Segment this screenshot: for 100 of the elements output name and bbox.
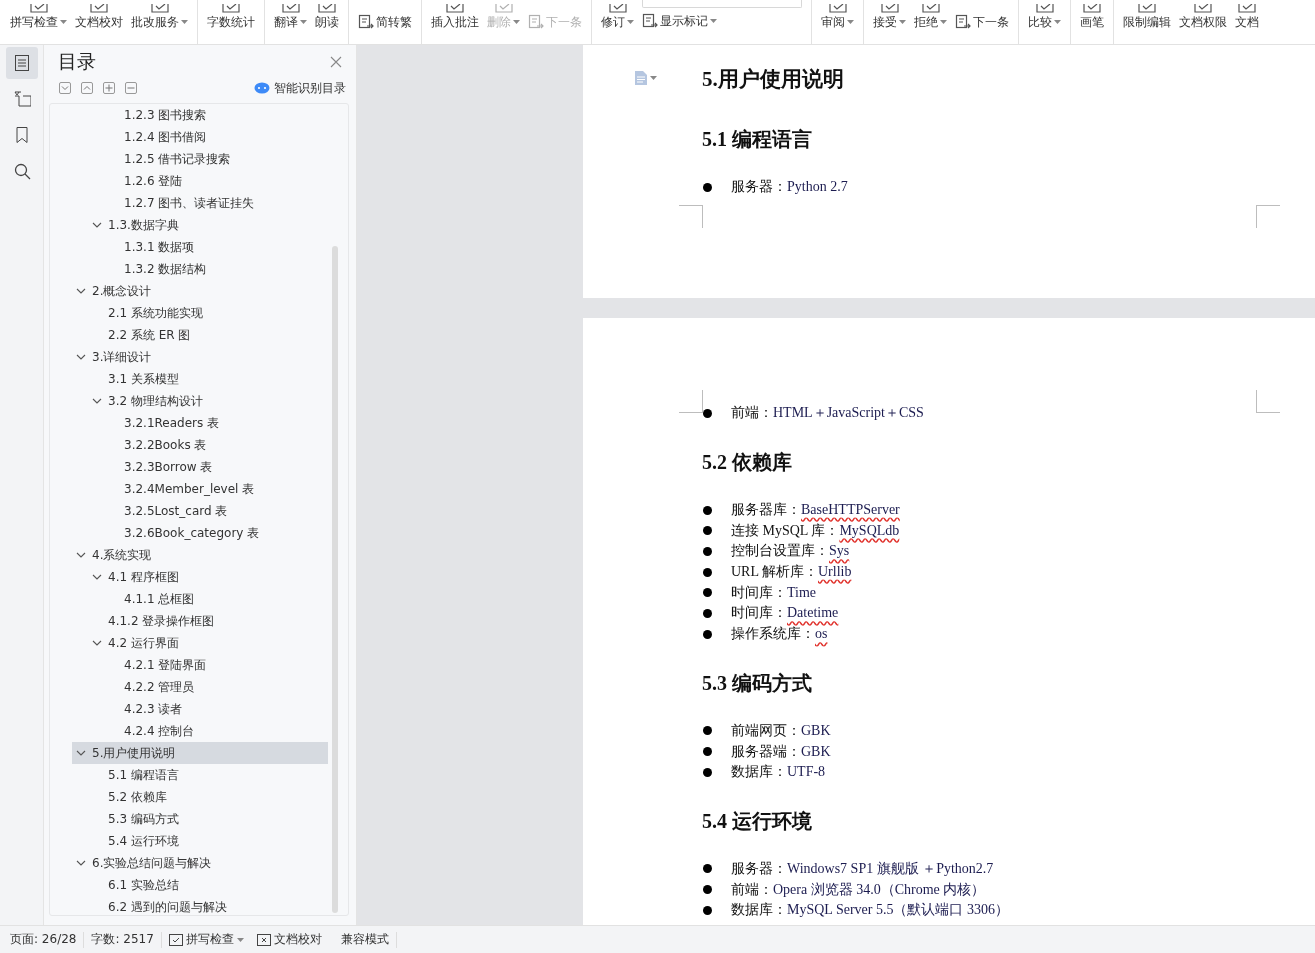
navigation-pane-icon — [12, 90, 31, 108]
caret-icon — [236, 937, 244, 942]
heading: 5.用户使用说明 — [702, 66, 845, 93]
smart-toc-button[interactable]: 智能识别目录 — [254, 79, 346, 97]
collapse-icon[interactable] — [59, 82, 71, 94]
toc-item[interactable]: 1.2.4 图书借阅 — [104, 126, 328, 148]
list-value: MySQLdb — [839, 522, 900, 539]
toc-item[interactable]: 3.2 物理结构设计 — [88, 390, 328, 412]
toc-item[interactable]: 1.2.6 登陆 — [104, 170, 328, 192]
caret-icon — [899, 20, 906, 24]
toc-item[interactable]: 4.2 运行界面 — [88, 632, 328, 654]
toolbar-button[interactable]: 文档权限 — [1175, 0, 1231, 44]
toc-item[interactable]: 4.1 程序框图 — [88, 566, 328, 588]
toolbar-button[interactable]: 拼写检查 — [6, 0, 71, 44]
toc-item[interactable]: 1.3.数据字典 — [88, 214, 328, 236]
toc-item[interactable]: 4.2.3 读者 — [104, 698, 328, 720]
toolbar-button[interactable]: 文档校对 — [71, 0, 127, 44]
tool-icon — [494, 4, 513, 13]
toc-item[interactable]: 3.2.3Borrow 表 — [104, 456, 328, 478]
list-label: 操作系统库： — [731, 625, 815, 644]
toc-item[interactable]: 3.详细设计 — [72, 346, 328, 368]
toc-item[interactable]: 5.1 编程语言 — [88, 764, 328, 786]
caret-icon — [627, 20, 634, 24]
toc-item[interactable]: 3.2.6Book_category 表 — [104, 522, 328, 544]
toolbar-button[interactable]: 文档 — [1231, 0, 1263, 44]
tool-icon — [150, 4, 169, 13]
toolbar-button[interactable]: 朗读 — [311, 0, 343, 44]
caret-icon — [181, 20, 188, 24]
toc-item[interactable]: 3.2.1Readers 表 — [104, 412, 328, 434]
list-value: Python 2.7 — [787, 179, 848, 196]
list-label: 连接 MySQL 库： — [731, 521, 840, 540]
toc-item[interactable]: 3.1 关系模型 — [88, 368, 328, 390]
list-label: 服务器库： — [731, 501, 801, 520]
toc-item[interactable]: 4.系统实现 — [72, 544, 328, 566]
list-value: Urllib — [818, 564, 852, 581]
toc-item[interactable]: 3.2.4Member_level 表 — [104, 478, 328, 500]
list-label: 前端： — [731, 404, 773, 423]
toc-item[interactable]: 6.2 遇到的问题与解决 — [88, 896, 328, 915]
toolbar-button[interactable]: 下一条 — [951, 0, 1013, 44]
outline-icon — [12, 54, 31, 72]
bullet-icon — [703, 905, 712, 915]
bullet-icon — [703, 526, 712, 536]
close-icon[interactable] — [330, 56, 342, 68]
toc-item[interactable]: 5.4 运行环境 — [88, 830, 328, 852]
minus-icon[interactable] — [125, 82, 137, 94]
page-count[interactable]: 页面: 26/28 — [10, 931, 77, 948]
proofread-button[interactable]: 文档校对 — [256, 931, 322, 948]
toc-item[interactable]: 3.2.2Books 表 — [104, 434, 328, 456]
bullet-icon — [703, 408, 712, 418]
toc-item[interactable]: 2.1 系统功能实现 — [88, 302, 328, 324]
toc-item[interactable]: 6.1 实验总结 — [88, 874, 328, 896]
caret-icon — [710, 19, 717, 23]
list-value: Datetime — [787, 605, 839, 622]
list-label: 前端网页： — [731, 721, 801, 740]
toolbar-button[interactable]: 显示标记 — [638, 0, 806, 44]
list-label: URL 解析库： — [731, 563, 818, 582]
document-icon — [635, 71, 647, 85]
plus-icon[interactable] — [103, 82, 115, 94]
expand-icon[interactable] — [81, 82, 93, 94]
toc-item[interactable]: 1.3.1 数据项 — [104, 236, 328, 258]
toc-item[interactable]: 4.1.1 总框图 — [104, 588, 328, 610]
list-label: 时间库： — [731, 583, 787, 602]
bullet-icon — [703, 864, 712, 874]
caret-icon — [940, 20, 947, 24]
spell-check-button[interactable]: 拼写检查 — [168, 931, 244, 948]
list-value: BaseHTTPServer — [801, 502, 900, 519]
tool-icon — [921, 4, 940, 13]
toc-item[interactable]: 5.3 编码方式 — [88, 808, 328, 830]
toc-item[interactable]: 4.1.2 登录操作框图 — [88, 610, 328, 632]
toolbar-button[interactable]: 拒绝 — [910, 0, 951, 44]
toc-item[interactable]: 4.2.1 登陆界面 — [104, 654, 328, 676]
scrollbar[interactable] — [332, 246, 338, 913]
toc-item[interactable]: 2.2 系统 ER 图 — [88, 324, 328, 346]
bullet-icon — [703, 726, 712, 736]
list-value: Opera 浏览器 34.0（Chrome 内核） — [773, 880, 986, 899]
chevron-icon — [76, 860, 86, 866]
word-count[interactable]: 字数: 2517 — [91, 931, 154, 948]
bullet-icon — [703, 747, 712, 757]
toc-item[interactable]: 1.2.7 图书、读者证挂失 — [104, 192, 328, 214]
compatibility-mode[interactable]: 兼容模式 — [340, 931, 389, 948]
chevron-icon — [92, 574, 102, 580]
toc-item[interactable]: 4.2.2 管理员 — [104, 676, 328, 698]
toc-item[interactable]: 1.2.3 图书搜索 — [104, 104, 328, 126]
list-label: 控制台设置库： — [731, 542, 829, 561]
caret-icon — [1054, 20, 1061, 24]
toc-item[interactable]: 3.2.5Lost_card 表 — [104, 500, 328, 522]
toc-item[interactable]: 4.2.4 控制台 — [104, 720, 328, 742]
crop-mark — [679, 390, 703, 413]
toc-item[interactable]: 1.2.5 借书记录搜索 — [104, 148, 328, 170]
caret-icon — [513, 20, 520, 24]
chevron-icon — [76, 552, 86, 558]
tool-icon — [318, 4, 336, 13]
toc-item[interactable]: 5.2 依赖库 — [88, 786, 328, 808]
dropdown-field[interactable] — [642, 0, 802, 8]
toc-item[interactable]: 5.用户使用说明 — [72, 742, 328, 764]
sidebar-tab[interactable] — [5, 47, 38, 79]
toolbar-button[interactable]: 批改服务 — [127, 0, 192, 44]
toc-item[interactable]: 2.概念设计 — [72, 280, 328, 302]
toc-item[interactable]: 6.实验总结问题与解决 — [72, 852, 328, 874]
toc-item[interactable]: 1.3.2 数据结构 — [104, 258, 328, 280]
